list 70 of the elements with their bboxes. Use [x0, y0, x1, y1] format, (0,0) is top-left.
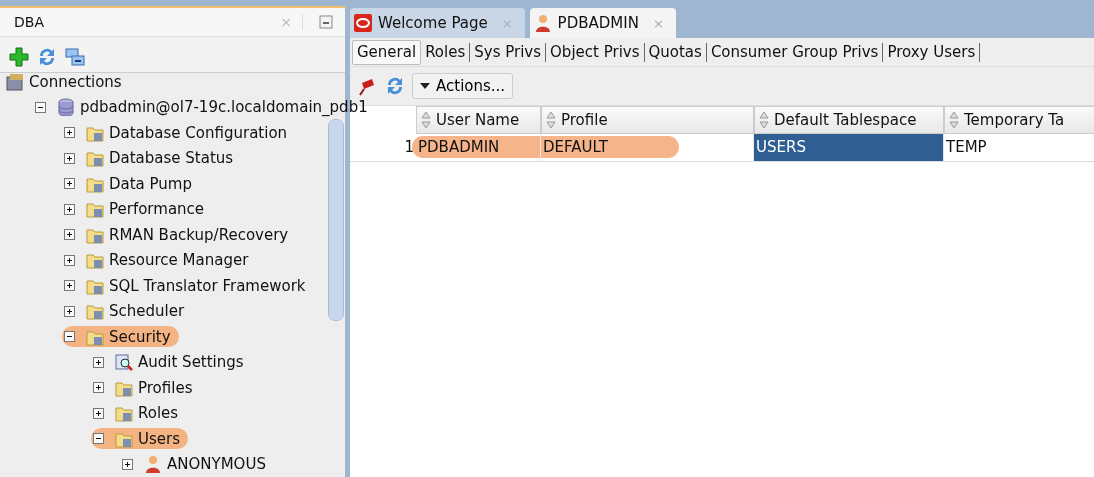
tree-item[interactable]: SQL Translator Framework [109, 276, 306, 295]
tree-item[interactable]: Audit Settings [138, 353, 244, 372]
expand-toggle[interactable] [64, 254, 75, 266]
collapse-icon [64, 46, 86, 68]
tree-item[interactable]: Profiles [138, 378, 193, 397]
magnifier-icon [115, 353, 133, 372]
tree-item[interactable]: Connections [29, 72, 122, 91]
expand-toggle[interactable] [64, 152, 75, 164]
collapse-toggle[interactable] [93, 433, 104, 445]
editor-tab[interactable]: PDBADMIN × [529, 8, 676, 38]
expand-toggle[interactable] [64, 203, 75, 215]
tab[interactable]: Object Privs [546, 42, 645, 62]
tree-item[interactable]: Performance [109, 200, 205, 219]
collapse-toggle[interactable] [64, 331, 75, 343]
person-icon [533, 14, 552, 32]
oracle-icon [354, 14, 372, 32]
expand-toggle[interactable] [93, 356, 104, 368]
expand-toggle[interactable] [64, 127, 75, 139]
sort-icon [421, 111, 431, 129]
tree-item[interactable]: pdbadmin@ol7-19c.localdomain_pdb1 [80, 98, 368, 117]
table-cell[interactable]: TEMP [944, 134, 1094, 161]
sort-icon [759, 111, 769, 129]
database-icon [57, 98, 75, 117]
tab[interactable]: Roles [421, 42, 471, 62]
tab[interactable]: Consumer Group Privs [706, 42, 884, 62]
connections-icon [6, 72, 24, 91]
row-number: 1 [403, 137, 415, 158]
expand-toggle[interactable] [122, 458, 133, 470]
person-icon [144, 455, 162, 474]
column-header[interactable]: Profile [541, 106, 754, 134]
tab[interactable]: General [352, 39, 422, 65]
caret-icon [420, 83, 430, 89]
expand-toggle[interactable] [64, 178, 75, 190]
table-cell[interactable]: PDBADMIN [416, 134, 541, 161]
collapse-toggle[interactable] [35, 101, 46, 113]
expand-toggle[interactable] [64, 280, 75, 292]
actions-button[interactable]: Actions... [412, 73, 514, 99]
tree-item[interactable]: Users [138, 429, 180, 448]
table-cell[interactable]: USERS [754, 134, 944, 161]
tab[interactable]: Sys Privs [470, 42, 547, 62]
panel-title: DBA [14, 14, 45, 30]
expand-toggle[interactable] [93, 407, 104, 419]
expand-toggle[interactable] [64, 229, 75, 241]
folder-icon [86, 302, 104, 321]
scrollbar[interactable] [328, 119, 344, 321]
tree-item[interactable]: RMAN Backup/Recovery [109, 225, 289, 244]
tree-item[interactable]: Resource Manager [109, 251, 249, 270]
tree-item[interactable]: Roles [138, 404, 179, 423]
editor-tab[interactable]: Welcome Page × [350, 8, 525, 38]
tab[interactable]: Quotas [644, 42, 707, 62]
tree-item[interactable]: Security [109, 327, 171, 346]
tree-item[interactable]: Database Status [109, 149, 234, 168]
tree-item[interactable]: ANONYMOUS [167, 455, 266, 474]
folder-icon [86, 200, 104, 219]
expand-toggle[interactable] [93, 382, 104, 394]
column-header[interactable]: Default Tablespace [754, 106, 944, 134]
folder-icon [86, 149, 104, 168]
add-icon [8, 46, 30, 68]
column-header[interactable]: User Name [416, 106, 541, 134]
folder-icon [86, 251, 104, 270]
column-header[interactable]: Temporary Ta [944, 106, 1094, 134]
minimize-icon [319, 15, 333, 29]
expand-toggle[interactable] [64, 305, 75, 317]
sort-icon [949, 111, 959, 129]
tree-item[interactable]: Data Pump [109, 174, 192, 193]
sort-icon [546, 111, 556, 129]
tree-item[interactable]: Database Configuration [109, 123, 288, 142]
tree-item[interactable]: Scheduler [109, 302, 185, 321]
tab[interactable]: Proxy Users [883, 42, 981, 62]
folder-icon [115, 404, 133, 423]
